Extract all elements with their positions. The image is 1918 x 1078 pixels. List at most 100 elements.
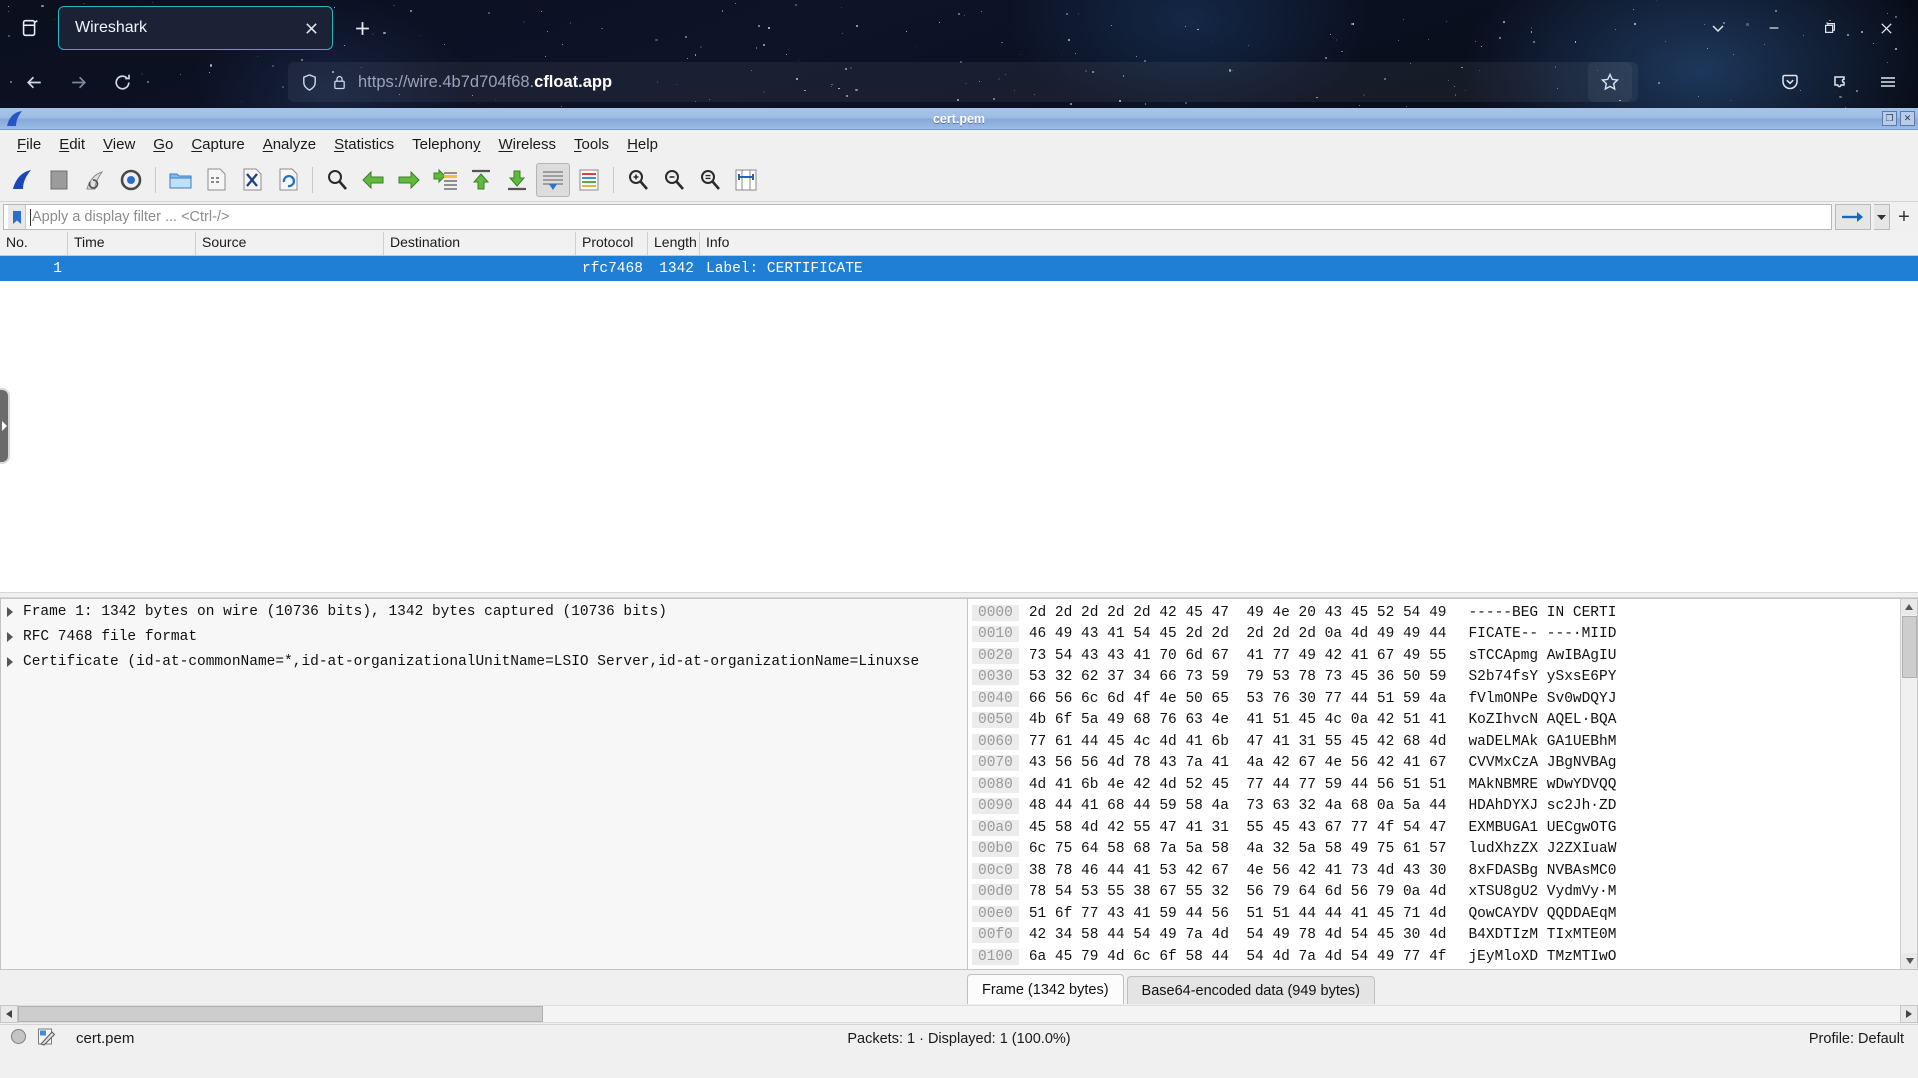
resize-columns-button[interactable]: [729, 163, 763, 197]
hex-bytes: 48 44 41 68 44 59 58 4a 73 63 32 4a 68 0…: [1028, 798, 1447, 815]
tab-frame[interactable]: Frame (1342 bytes): [967, 974, 1124, 1004]
save-file-button[interactable]: [199, 163, 233, 197]
caret-down-icon: [1905, 958, 1914, 964]
expand-triangle-icon[interactable]: [7, 631, 13, 642]
pocket-button[interactable]: [1768, 62, 1812, 102]
hex-row: 0080 4d 41 6b 4e 42 4d 52 45 77 44 77 59 …: [972, 774, 1616, 796]
tab-list-button[interactable]: [1690, 6, 1746, 50]
go-to-packet-button[interactable]: [428, 163, 462, 197]
detail-node-certificate[interactable]: Certificate (id-at-commonName=*,id-at-or…: [1, 649, 967, 674]
scrollbar-thumb[interactable]: [18, 1006, 543, 1022]
wireshark-restore-button[interactable]: ❐: [1882, 111, 1897, 126]
forward-button[interactable]: [56, 62, 100, 102]
colorize-button[interactable]: [572, 163, 606, 197]
bookmark-button[interactable]: [1588, 62, 1632, 102]
expand-triangle-icon[interactable]: [7, 656, 13, 667]
column-header-length[interactable]: Length: [648, 232, 700, 255]
hex-row: 00d0 78 54 53 55 38 67 55 32 56 79 64 6d …: [972, 882, 1616, 904]
column-header-source[interactable]: Source: [196, 232, 384, 255]
column-header-protocol[interactable]: Protocol: [576, 232, 648, 255]
column-header-destination[interactable]: Destination: [384, 232, 576, 255]
display-filter-placeholder: Apply a display filter ... <Ctrl-/>: [32, 209, 230, 225]
menu-go[interactable]: Go: [144, 133, 182, 156]
url-scheme: https://: [358, 72, 408, 91]
capture-options-button[interactable]: [114, 163, 148, 197]
new-tab-button[interactable]: [345, 12, 379, 44]
menu-help[interactable]: Help: [618, 133, 667, 156]
menu-edit[interactable]: Edit: [50, 133, 94, 156]
tab-strip: Wireshark: [0, 0, 1918, 56]
filter-bookmark-button[interactable]: [8, 205, 26, 229]
app-menu-button[interactable]: [1866, 62, 1910, 102]
minimize-button[interactable]: [1746, 6, 1802, 50]
zoom-out-button[interactable]: [657, 163, 691, 197]
wireshark-close-button[interactable]: ✕: [1900, 111, 1915, 126]
resize-columns-icon: [735, 169, 757, 190]
stop-capture-button[interactable]: [42, 163, 76, 197]
zoom-in-button[interactable]: [621, 163, 655, 197]
horizontal-scrollbar[interactable]: [0, 1004, 1918, 1024]
hex-offset: 0000: [972, 604, 1019, 621]
sidebar-expand-handle[interactable]: [0, 388, 10, 464]
menu-wireless[interactable]: Wireless: [490, 133, 566, 156]
display-filter-dropdown-button[interactable]: [1874, 204, 1890, 230]
hex-offset: 00b0: [972, 841, 1019, 858]
chevron-down-icon: [1712, 25, 1724, 33]
forward-arrow-icon: [71, 76, 86, 88]
zoom-reset-button[interactable]: [693, 163, 727, 197]
restart-capture-button[interactable]: [78, 163, 112, 197]
go-back-button[interactable]: [356, 163, 390, 197]
open-file-button[interactable]: [163, 163, 197, 197]
go-last-packet-button[interactable]: [500, 163, 534, 197]
scroll-left-button[interactable]: [0, 1005, 18, 1023]
tab-close-button[interactable]: [294, 11, 328, 45]
column-header-time[interactable]: Time: [68, 232, 196, 255]
hex-pane-scrollbar[interactable]: [1900, 599, 1917, 969]
scroll-right-button[interactable]: [1900, 1005, 1918, 1023]
firefox-view-button[interactable]: [10, 9, 50, 47]
tab-base64-data[interactable]: Base64-encoded data (949 bytes): [1126, 976, 1375, 1004]
expand-triangle-icon[interactable]: [7, 606, 13, 617]
menu-capture[interactable]: Capture: [182, 133, 253, 156]
extensions-button[interactable]: [1818, 62, 1862, 102]
close-file-button[interactable]: [235, 163, 269, 197]
menu-statistics[interactable]: Statistics: [325, 133, 403, 156]
menu-telephony[interactable]: Telephony: [403, 133, 489, 156]
go-to-last-icon: [508, 170, 526, 190]
scroll-down-button[interactable]: [1901, 953, 1917, 969]
go-forward-button[interactable]: [392, 163, 426, 197]
menu-view[interactable]: View: [94, 133, 144, 156]
green-right-arrow-icon: [398, 170, 420, 189]
shield-icon[interactable]: [300, 73, 319, 92]
packet-list[interactable]: No. Time Source Destination Protocol Len…: [0, 232, 1918, 592]
back-button[interactable]: [12, 62, 56, 102]
menu-analyze[interactable]: Analyze: [254, 133, 325, 156]
column-header-info[interactable]: Info: [700, 232, 1918, 255]
find-packet-button[interactable]: [320, 163, 354, 197]
packet-bytes-pane[interactable]: 0000 2d 2d 2d 2d 2d 42 45 47 49 4e 20 43 …: [967, 598, 1918, 970]
scrollbar-thumb[interactable]: [1902, 616, 1917, 678]
scroll-up-button[interactable]: [1901, 599, 1917, 615]
close-window-button[interactable]: [1858, 6, 1914, 50]
menu-tools[interactable]: Tools: [565, 133, 618, 156]
packet-details-pane[interactable]: Frame 1: 1342 bytes on wire (10736 bits)…: [0, 598, 967, 970]
maximize-button[interactable]: [1802, 6, 1858, 50]
add-filter-button[interactable]: +: [1893, 204, 1915, 230]
apply-display-filter-button[interactable]: [1835, 204, 1871, 230]
start-capture-button[interactable]: [6, 163, 40, 197]
reload-button[interactable]: [100, 62, 144, 102]
browser-tab[interactable]: Wireshark: [58, 6, 333, 50]
menu-file[interactable]: File: [8, 133, 50, 156]
hex-bytes: 38 78 46 44 41 53 42 67 4e 56 42 41 73 4…: [1028, 862, 1447, 879]
auto-scroll-button[interactable]: [536, 162, 570, 197]
display-filter-input[interactable]: Apply a display filter ... <Ctrl-/>: [3, 204, 1832, 230]
detail-node-rfc7468[interactable]: RFC 7468 file format: [1, 624, 967, 649]
detail-node-frame[interactable]: Frame 1: 1342 bytes on wire (10736 bits)…: [1, 599, 967, 624]
url-bar[interactable]: https://wire.4b7d704f68.cfloat.app: [288, 62, 1638, 102]
packet-list-row[interactable]: 1 rfc7468 1342 Label: CERTIFICATE: [0, 256, 1918, 281]
padlock-icon[interactable]: [331, 74, 348, 91]
scrollbar-track[interactable]: [18, 1005, 1900, 1023]
column-header-no[interactable]: No.: [0, 232, 68, 255]
reload-file-button[interactable]: [271, 163, 305, 197]
go-first-packet-button[interactable]: [464, 163, 498, 197]
